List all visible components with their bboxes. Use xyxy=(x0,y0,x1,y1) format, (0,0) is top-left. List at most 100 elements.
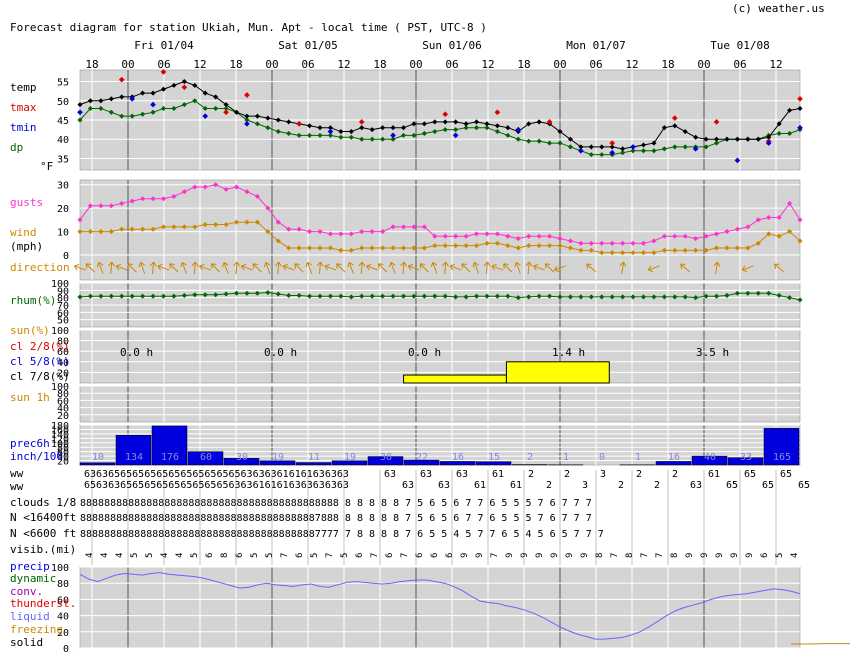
visibility-value: 6 xyxy=(430,553,440,558)
sun-bar xyxy=(506,362,609,383)
visibility-value: 5 xyxy=(190,553,200,558)
prob-series-label: freezing xyxy=(10,623,63,636)
visibility-value: 9 xyxy=(565,553,575,558)
visibility-value: 6 xyxy=(205,553,215,558)
panel-bg-1 xyxy=(80,180,800,280)
precip-bar xyxy=(80,463,115,465)
visibility-value: 9 xyxy=(580,553,590,558)
clouds-label: clouds 1/8 xyxy=(10,496,76,509)
ww-row-2: 63 xyxy=(402,480,414,491)
precip-value-label: 16 xyxy=(668,452,680,463)
visibility-value: 5 xyxy=(145,553,155,558)
ww-label: ww xyxy=(10,480,24,493)
daily-sun-hours: 3.5 h xyxy=(696,346,729,359)
visibility-value: 5 xyxy=(250,553,260,558)
visibility-value: 9 xyxy=(475,553,485,558)
sun-tick-label: 100 xyxy=(51,326,69,337)
precip-value-label: 16 xyxy=(452,452,464,463)
hour-tick-label: 06 xyxy=(157,58,170,71)
precip-value-label: 15 xyxy=(488,452,500,463)
forecast-diagram: Forecast diagram for station Ukiah, Mun.… xyxy=(0,0,850,655)
ww-row-2: 61 xyxy=(510,480,522,491)
forecast-chart: Forecast diagram for station Ukiah, Mun.… xyxy=(0,0,850,655)
ww-row-1: 2 xyxy=(672,469,678,480)
temp-tick-label: 40 xyxy=(57,135,69,146)
prob-tick-label: 40 xyxy=(57,612,69,623)
visibility-value: 6 xyxy=(235,553,245,558)
prob-series-label: thunderst. xyxy=(10,597,76,610)
visibility-value: 5 xyxy=(775,553,785,558)
n6600-row: 8888888888888888888888888888888888888887… xyxy=(80,529,604,540)
daily-sun-hours: 0.0 h xyxy=(120,346,153,359)
visibility-value: 6 xyxy=(445,553,455,558)
visibility-value: 6 xyxy=(760,553,770,558)
temp-tick-label: 55 xyxy=(57,78,69,89)
ww-row-1: 2 xyxy=(636,469,642,480)
visibility-value: 8 xyxy=(595,553,605,558)
n16400-row: 8888888888888888888888888888888888888887… xyxy=(80,513,592,524)
wind-series-label: gusts xyxy=(10,196,43,209)
visibility-value: 7 xyxy=(610,553,620,558)
visibility-value: 9 xyxy=(700,553,710,558)
hour-tick-label: 12 xyxy=(193,58,206,71)
prec-tick-label: 180 xyxy=(51,421,69,432)
visibility-value: 4 xyxy=(100,553,110,558)
precip-value-label: 1 xyxy=(563,452,569,463)
sun-series-label: cl 5/8(%) xyxy=(10,355,70,368)
hour-tick-label: 18 xyxy=(517,58,530,71)
visibility-value: 8 xyxy=(625,553,635,558)
ww-row-2: 65 xyxy=(726,480,738,491)
prob-tick-label: 0 xyxy=(63,644,69,655)
day-label: Sun 01/06 xyxy=(422,39,482,52)
visibility-value: 7 xyxy=(280,553,290,558)
temp-unit-label: °F xyxy=(40,160,53,173)
visibility-value: 5 xyxy=(265,553,275,558)
ww-row-2: 2 xyxy=(618,480,624,491)
wind-series-label: wind xyxy=(10,226,37,239)
wind-tick-label: 30 xyxy=(57,181,69,192)
wind-series-label: (mph) xyxy=(10,240,43,253)
visibility-value: 4 xyxy=(160,553,170,558)
precip-value-label: 165 xyxy=(773,452,791,463)
ww-row-1: 65 xyxy=(780,469,792,480)
hour-tick-label: 00 xyxy=(553,58,566,71)
daily-sun-hours: 0.0 h xyxy=(264,346,297,359)
visibility-value: 7 xyxy=(370,553,380,558)
ww-row-1: 61 xyxy=(708,469,720,480)
prec-series-label: inch/100 xyxy=(10,450,63,463)
visibility-value: 7 xyxy=(655,553,665,558)
sun-series-label: sun(%) xyxy=(10,324,50,337)
prob-series-label: solid xyxy=(10,636,43,649)
ww-row-2: 3 xyxy=(582,480,588,491)
panel-bg-4 xyxy=(80,386,800,422)
n16400-label: N <16400ft xyxy=(10,511,76,524)
precip-value-label: 11 xyxy=(308,452,320,463)
hour-tick-label: 18 xyxy=(661,58,674,71)
visibility-value: 5 xyxy=(310,553,320,558)
hour-tick-label: 18 xyxy=(85,58,98,71)
wind-tick-label: 10 xyxy=(57,228,69,239)
text-rows: wwww636365656565656565656565656363636161… xyxy=(10,467,810,558)
precip-value-label: 1 xyxy=(635,452,641,463)
visibility-value: 9 xyxy=(520,553,530,558)
visibility-value: 4 xyxy=(790,553,800,558)
precip-value-label: 10 xyxy=(92,452,104,463)
hour-tick-label: 00 xyxy=(265,58,278,71)
precip-value-label: 19 xyxy=(344,452,356,463)
visibility-value: 7 xyxy=(640,553,650,558)
n6600-label: N <6600 ft xyxy=(10,527,76,540)
hour-tick-label: 18 xyxy=(229,58,242,71)
hour-tick-label: 06 xyxy=(589,58,602,71)
ww-row-2: 6563636565656565656565656363616161636363… xyxy=(84,480,349,491)
prob-tick-label: 80 xyxy=(57,579,69,590)
daily-sun-hours: 1.4 h xyxy=(552,346,585,359)
rhum-series-label: rhum(%) xyxy=(10,294,56,307)
ww-row-2: 2 xyxy=(654,480,660,491)
ww-row-1: 3 xyxy=(600,469,606,480)
visibility-value: 9 xyxy=(730,553,740,558)
ww-row-2: 63 xyxy=(690,480,702,491)
ww-row-2: 2 xyxy=(546,480,552,491)
day-label: Tue 01/08 xyxy=(710,39,770,52)
visibility-value: 7 xyxy=(400,553,410,558)
temp-tick-label: 45 xyxy=(57,116,69,127)
